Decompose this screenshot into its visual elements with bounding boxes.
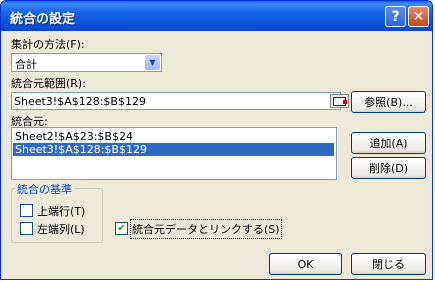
close-button[interactable]: 閉じる	[351, 253, 426, 275]
chevron-down-icon[interactable]: ▼	[145, 55, 160, 70]
top-row-checkbox[interactable]	[20, 204, 33, 217]
delete-button[interactable]: 削除(D)	[351, 157, 426, 179]
link-checkbox[interactable]: ✔	[115, 222, 128, 235]
function-select[interactable]: 合計 ▼	[11, 53, 162, 72]
collapse-dialog-button[interactable]	[330, 94, 349, 108]
use-labels-title: 統合の基準	[15, 181, 74, 197]
function-value: 合計	[15, 58, 37, 71]
list-item[interactable]: Sheet2!$A$23:$B$24	[13, 130, 334, 143]
top-row-label[interactable]: 上端行(T)	[37, 203, 85, 219]
sources-list[interactable]: Sheet2!$A$23:$B$24 Sheet3!$A$128:$B$129	[11, 127, 337, 180]
list-item-selected[interactable]: Sheet3!$A$128:$B$129	[13, 143, 334, 156]
left-column-checkbox[interactable]	[20, 222, 33, 235]
link-label[interactable]: 統合元データとリンクする(S)	[130, 219, 282, 239]
range-select-icon	[333, 96, 347, 106]
reference-input[interactable]: Sheet3!$A$128:$B$129	[11, 92, 349, 110]
help-button[interactable]: ?	[385, 6, 406, 27]
title-bar: 統合の設定 ? ✕	[1, 1, 432, 31]
left-column-label[interactable]: 左端列(L)	[37, 221, 85, 237]
dialog-title: 統合の設定	[10, 12, 76, 27]
check-icon: ✔	[117, 223, 126, 234]
browse-button[interactable]: 参照(B)...	[351, 91, 426, 113]
close-window-button[interactable]: ✕	[408, 6, 429, 27]
function-label: 集計の方法(F):	[11, 38, 85, 51]
consolidate-dialog: 統合の設定 ? ✕ 集計の方法(F): 合計 ▼ 統合元範囲(R): Sheet…	[0, 0, 433, 280]
reference-value: Sheet3!$A$128:$B$129	[14, 95, 146, 108]
reference-label: 統合元範囲(R):	[11, 77, 86, 90]
add-button[interactable]: 追加(A)	[351, 132, 426, 154]
ok-button[interactable]: OK	[269, 253, 342, 275]
